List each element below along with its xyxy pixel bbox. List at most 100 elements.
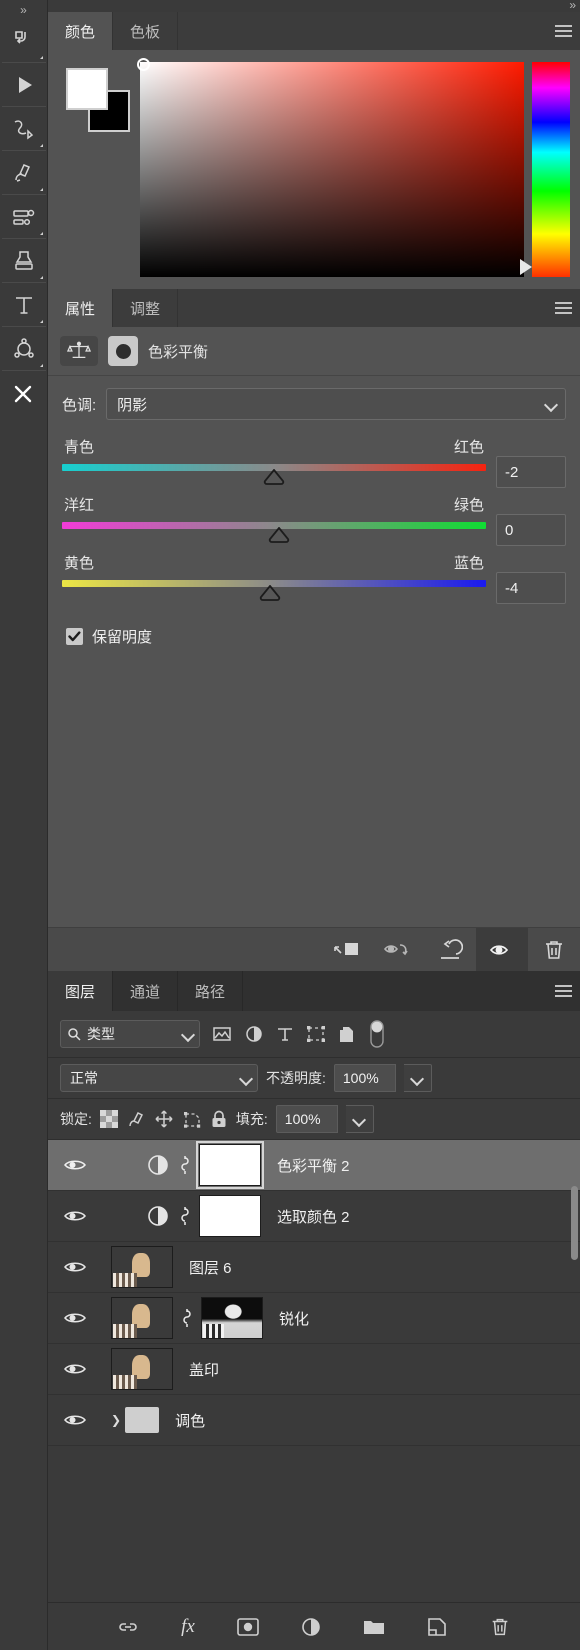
clip-to-layer-button[interactable] xyxy=(320,928,372,971)
lock-label: 锁定: xyxy=(60,1111,92,1127)
magenta-green-value[interactable]: 0 xyxy=(496,514,566,546)
layer-row[interactable]: 色彩平衡 2 xyxy=(48,1140,580,1191)
cyan-red-track[interactable] xyxy=(62,464,486,485)
new-layer-button[interactable] xyxy=(427,1617,447,1637)
yellow-blue-track[interactable] xyxy=(62,580,486,601)
layer-thumbnail[interactable] xyxy=(111,1246,173,1288)
yellow-blue-thumb[interactable] xyxy=(259,585,281,602)
reset-button[interactable] xyxy=(424,928,476,971)
group-expand-chevron-icon[interactable]: ❯ xyxy=(111,1413,121,1427)
lock-position-icon[interactable] xyxy=(154,1109,174,1129)
link-icon[interactable] xyxy=(180,1307,194,1329)
layer-row[interactable]: 锐化 xyxy=(48,1293,580,1344)
type-tool[interactable] xyxy=(1,282,46,326)
opacity-stepper[interactable] xyxy=(403,1064,432,1092)
tab-properties[interactable]: 属性 xyxy=(48,289,114,327)
layer-thumbnail[interactable] xyxy=(111,1297,173,1339)
filter-enable-toggle[interactable] xyxy=(368,1019,386,1049)
delete-layer-button[interactable] xyxy=(489,1616,511,1638)
add-layer-mask-button[interactable] xyxy=(237,1617,259,1636)
layer-thumbnails[interactable] xyxy=(101,1348,173,1390)
tab-layers[interactable]: 图层 xyxy=(48,971,114,1011)
layer-mask-thumbnail[interactable] xyxy=(199,1195,261,1237)
layer-mask-thumbnail[interactable] xyxy=(196,1141,264,1189)
layer-thumbnails[interactable] xyxy=(101,1195,261,1237)
layer-list-scrollbar[interactable] xyxy=(571,1186,578,1260)
layer-row[interactable]: ❯ 调色 xyxy=(48,1395,580,1446)
lock-image-pixels-icon[interactable] xyxy=(126,1109,146,1129)
color-panel-menu-icon[interactable] xyxy=(546,12,580,50)
lock-all-icon[interactable] xyxy=(210,1109,228,1129)
hue-strip[interactable] xyxy=(520,62,570,277)
new-group-button[interactable] xyxy=(363,1618,385,1636)
tab-adjustments[interactable]: 调整 xyxy=(113,289,179,327)
new-adjustment-layer-button[interactable] xyxy=(301,1617,321,1637)
layer-visibility-icon[interactable] xyxy=(48,1361,101,1377)
shape-tool[interactable] xyxy=(1,326,46,370)
layer-thumbnails[interactable] xyxy=(101,1141,264,1189)
tool-options-triangle xyxy=(39,56,43,59)
tools-collapse-chevrons[interactable]: » xyxy=(20,2,27,18)
magenta-green-track[interactable] xyxy=(62,522,486,543)
saturation-value-field[interactable] xyxy=(137,58,524,277)
tab-channels[interactable]: 通道 xyxy=(113,971,179,1011)
layers-panel-menu-icon[interactable] xyxy=(546,971,580,1011)
delete-button[interactable] xyxy=(528,928,580,971)
layer-visibility-icon[interactable] xyxy=(48,1412,101,1428)
tab-color[interactable]: 颜色 xyxy=(48,12,114,50)
tone-select[interactable]: 阴影 xyxy=(106,388,566,420)
layer-name: 选取颜色 2 xyxy=(277,1208,350,1226)
tools-panel: » xyxy=(0,0,48,1650)
history-brush-tool[interactable] xyxy=(2,18,46,62)
layer-row[interactable]: 盖印 xyxy=(48,1344,580,1395)
foreground-color-swatch[interactable] xyxy=(66,68,108,110)
blend-mode-select[interactable]: 正常 xyxy=(60,1064,258,1092)
brush-tool[interactable] xyxy=(1,150,46,194)
tab-swatches[interactable]: 色板 xyxy=(113,12,179,50)
layer-style-button[interactable]: fx xyxy=(181,1616,195,1638)
tab-paths[interactable]: 路径 xyxy=(178,971,244,1011)
pen-tool[interactable] xyxy=(1,106,46,150)
layer-visibility-icon[interactable] xyxy=(48,1157,101,1173)
filter-adjustment-icon[interactable] xyxy=(244,1024,264,1044)
layer-visibility-icon[interactable] xyxy=(48,1310,101,1326)
fill-stepper[interactable] xyxy=(345,1105,374,1133)
layer-mask-thumbnail-icon[interactable] xyxy=(108,336,138,366)
link-layers-button[interactable] xyxy=(117,1619,139,1635)
stamp-tool[interactable] xyxy=(1,238,46,282)
link-icon[interactable] xyxy=(178,1205,192,1227)
filter-type-select[interactable]: 类型 xyxy=(60,1020,200,1048)
cyan-red-value[interactable]: -2 xyxy=(496,456,566,488)
view-previous-state-button[interactable] xyxy=(372,928,424,971)
filter-pixel-icon[interactable] xyxy=(212,1025,232,1043)
properties-panel-menu-icon[interactable] xyxy=(546,289,580,327)
toggle-visibility-button[interactable] xyxy=(476,928,528,971)
fill-value[interactable]: 100% xyxy=(275,1105,338,1133)
gradient-tool[interactable] xyxy=(1,194,46,238)
layer-thumbnails[interactable] xyxy=(101,1297,263,1339)
preserve-luminosity-row[interactable]: 保留明度 xyxy=(66,626,566,647)
layer-thumbnail[interactable] xyxy=(111,1348,173,1390)
layer-row[interactable]: 图层 6 xyxy=(48,1242,580,1293)
filter-shape-icon[interactable] xyxy=(306,1025,326,1043)
layer-visibility-icon[interactable] xyxy=(48,1259,101,1275)
opacity-value[interactable]: 100% xyxy=(333,1064,396,1092)
lock-transparent-pixels-icon[interactable] xyxy=(99,1110,118,1128)
eraser-tool[interactable] xyxy=(1,370,46,414)
chevron-down-icon xyxy=(183,1029,193,1039)
cyan-red-thumb[interactable] xyxy=(263,469,285,486)
layer-row[interactable]: 选取颜色 2 xyxy=(48,1191,580,1242)
dock-collapse-chevrons[interactable]: » xyxy=(569,0,576,12)
magenta-green-thumb[interactable] xyxy=(268,527,290,544)
preserve-luminosity-checkbox[interactable] xyxy=(66,628,83,645)
filter-smart-object-icon[interactable] xyxy=(338,1025,356,1044)
play-tool[interactable] xyxy=(1,62,46,106)
yellow-blue-value[interactable]: -4 xyxy=(496,572,566,604)
layer-thumbnails[interactable] xyxy=(101,1246,173,1288)
filter-type-text-icon[interactable] xyxy=(276,1025,294,1043)
layer-mask-thumbnail[interactable] xyxy=(201,1297,263,1339)
link-icon[interactable] xyxy=(178,1154,192,1176)
red-label: 红色 xyxy=(453,439,484,456)
lock-artboard-nesting-icon[interactable] xyxy=(182,1110,202,1129)
layer-visibility-icon[interactable] xyxy=(48,1208,101,1224)
